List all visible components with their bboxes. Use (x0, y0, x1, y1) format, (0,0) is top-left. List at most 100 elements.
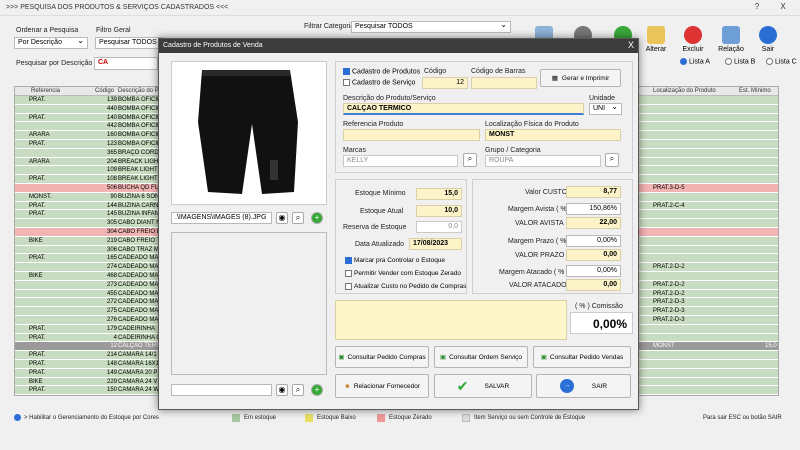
category-select[interactable]: Pesquisar TODOS (351, 21, 511, 33)
cell-ref: PRAT. (29, 387, 46, 394)
custo-checkbox[interactable]: Atualizar Custo no Pedido de Compras (345, 283, 466, 290)
edit-button[interactable]: Alterar (639, 22, 673, 66)
search-grupo-icon[interactable]: ⌕ (605, 153, 619, 167)
list-b-radio[interactable]: Lista B (725, 58, 755, 65)
cell-cod: 304 (106, 228, 117, 235)
search-image-icon[interactable]: ⌕ (292, 212, 304, 224)
atacado-field[interactable]: 0,00 (566, 279, 621, 291)
cell-cod: 440 (106, 105, 117, 112)
reserva-label: Reserva de Estoque (343, 224, 407, 231)
generate-print-button[interactable]: ▦ Gerar e Imprimir (540, 69, 621, 87)
search-image-icon-2[interactable]: ⌕ (292, 384, 304, 396)
cad-produtos-checkbox[interactable]: Cadastro de Produtos (343, 68, 420, 75)
col-est-minimo[interactable]: Est. Mínimo (739, 88, 771, 94)
reference-field[interactable] (343, 129, 480, 141)
cell-cod: 165 (106, 255, 117, 262)
general-filter-select[interactable]: Pesquisar TODOS (95, 37, 163, 49)
marcas-field[interactable]: KELLY (343, 155, 458, 167)
cell-cod: 214 (106, 352, 117, 359)
cell-cod: 455 (106, 290, 117, 297)
save-button[interactable]: ✔ SALVAR (434, 374, 532, 398)
close-window-button[interactable]: X (774, 2, 792, 14)
location-field[interactable]: MONST (485, 129, 621, 141)
margem-atacado-field[interactable]: 0,00% (566, 265, 621, 277)
custo-label: Valor CUSTO (525, 189, 568, 196)
dialog-exit-button[interactable]: → SAIR (536, 374, 631, 398)
margem-prazo-label: Margem Prazo ( % ) (508, 238, 571, 245)
cell-ref: PRAT. (29, 334, 46, 341)
legend-in-stock: Em estoque (244, 415, 277, 421)
add-image-icon[interactable]: + (311, 212, 323, 224)
secondary-image-path[interactable] (171, 384, 272, 396)
cell-desc: BUZINA 6 SON (118, 193, 160, 200)
margem-prazo-field[interactable]: 0,00% (566, 235, 621, 247)
general-filter-label: Filtro Geral (96, 27, 131, 34)
col-localizacao[interactable]: Localização do Produto (653, 88, 716, 94)
data-label: Data Atualizado (355, 241, 405, 248)
cell-desc: CADEADO MA (118, 281, 159, 288)
cell-cod: 229 (106, 378, 117, 385)
cell-loc: PRAT.2-D-3 (653, 299, 685, 306)
cell-ref: BIKE (29, 272, 43, 279)
order-select[interactable]: Por Descrição (14, 37, 88, 49)
est-atual-field[interactable]: 10,0 (416, 205, 462, 217)
description-field[interactable]: CALÇAO TERMICO (343, 103, 584, 115)
prazo-field[interactable]: 0,00 (566, 249, 621, 261)
cell-cod: 442 (106, 123, 117, 130)
cell-loc: PRAT.2-C-4 (653, 202, 685, 209)
exit-hint: Para sair ESC ou botão SAIR (703, 415, 782, 421)
data-field[interactable]: 17/08/2023 (409, 238, 462, 250)
dialog-close-button[interactable]: X (628, 40, 634, 50)
add-image-icon-2[interactable]: + (311, 384, 323, 396)
help-button[interactable]: ? (748, 2, 766, 14)
notes-area[interactable] (335, 300, 567, 340)
cell-ref: ARARA (29, 132, 50, 139)
search-marcas-icon[interactable]: ⌕ (463, 153, 477, 167)
camera-icon[interactable]: ◉ (276, 212, 288, 224)
margem-avista-field[interactable]: 150,86% (566, 203, 621, 215)
camera-icon-2[interactable]: ◉ (276, 384, 288, 396)
comissao-field[interactable]: 0,00% (570, 312, 633, 334)
controlar-checkbox[interactable]: Marcar pra Controlar o Estoque (345, 257, 445, 264)
list-c-radio[interactable]: Lista C (766, 58, 797, 65)
unidade-select[interactable]: UNI (589, 103, 622, 115)
zerado-checkbox[interactable]: Permitir Vender com Estoque Zerado (345, 270, 461, 277)
cell-loc: PRAT.3-D-5 (653, 184, 685, 191)
cell-ref: PRAT. (29, 369, 46, 376)
cell-cod: 108 (106, 176, 117, 183)
legend-white-swatch (462, 414, 470, 422)
grupo-field[interactable]: ROUPA (485, 155, 601, 167)
consult-sales-button[interactable]: ▣ Consultar Pedido Vendas (533, 346, 631, 368)
consult-purchases-button[interactable]: ▣ Consultar Pedido Compras (335, 346, 429, 368)
legend-yellow-swatch (305, 414, 313, 422)
reserva-field[interactable]: 0,0 (416, 221, 462, 233)
col-referencia[interactable]: Referencia (31, 88, 60, 94)
col-codigo[interactable]: Código (95, 88, 114, 94)
cell-desc: CAMARA 24 W (118, 387, 160, 394)
order-label: Ordenar a Pesquisa (16, 27, 79, 34)
cell-cod: 275 (106, 308, 117, 315)
list-a-radio[interactable]: Lista A (680, 58, 710, 65)
cell-desc: CABO TRAZ M (118, 246, 159, 253)
cell-desc: CADEADO MAS (118, 255, 163, 262)
est-min-field[interactable]: 15,0 (416, 188, 462, 200)
codigo-field[interactable]: 12 (422, 77, 468, 89)
enable-colors-radio[interactable] (14, 414, 21, 421)
barcode-field[interactable] (471, 77, 537, 89)
atacado-label: VALOR ATACADO (509, 282, 567, 289)
consult-service-order-button[interactable]: ▣ Consultar Ordem Serviço (434, 346, 528, 368)
avista-field[interactable]: 22,00 (566, 217, 621, 229)
image-path-field[interactable]: .\IMAGENS\IMAGES (8).JPG (171, 212, 272, 224)
cad-servico-checkbox[interactable]: Cadastro de Serviço (343, 79, 415, 86)
custo-field[interactable]: 8,77 (566, 186, 621, 198)
comissao-label: ( % ) Comissão (575, 303, 623, 310)
cell-cod: 150 (106, 387, 117, 394)
search-input[interactable]: CA (94, 57, 158, 70)
link-supplier-button[interactable]: ☻ Relacionar Fornecedor (335, 374, 429, 398)
location-label: Localização Física do Produto (485, 121, 579, 128)
cell-cod: 273 (106, 281, 117, 288)
col-descricao[interactable]: Descrição do Pr (118, 88, 161, 94)
cell-cod: 305 (106, 220, 117, 227)
cell-ref: PRAT. (29, 325, 46, 332)
cell-desc: CAMARA 14/1 (118, 352, 157, 359)
